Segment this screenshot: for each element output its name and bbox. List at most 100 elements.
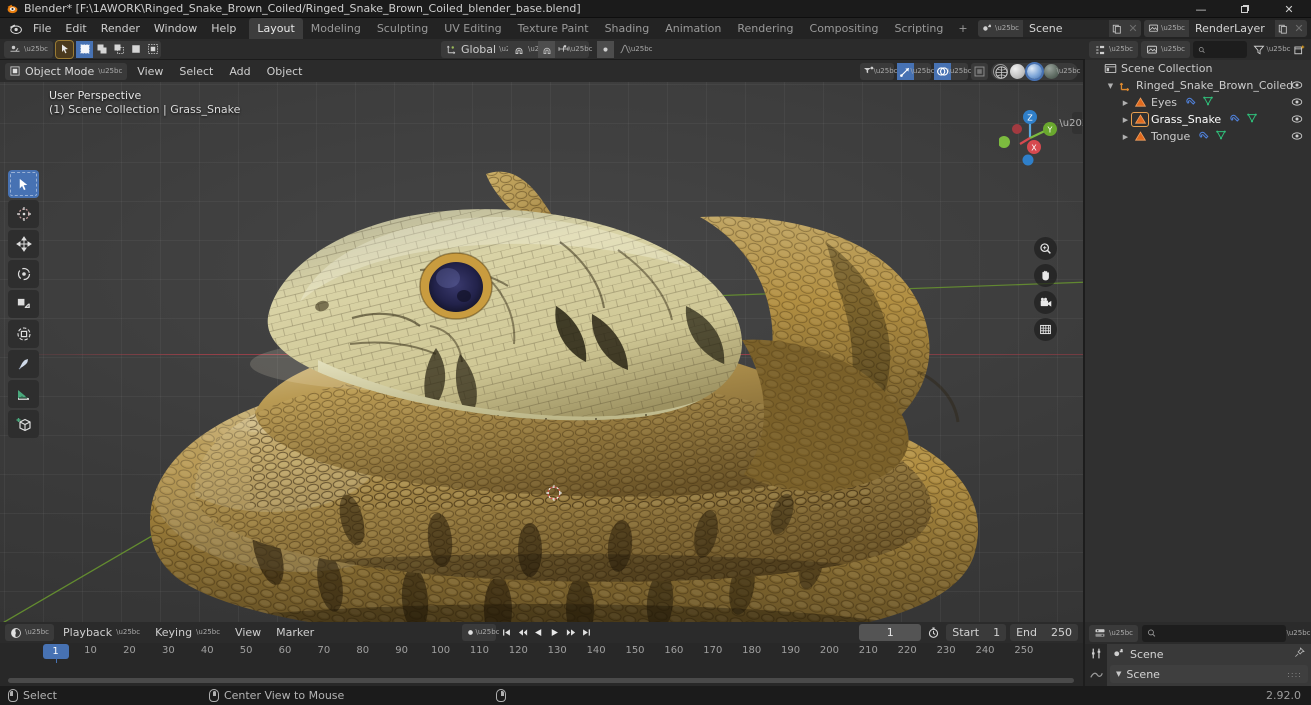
frame-start-field[interactable]: Start 1	[946, 624, 1007, 641]
gizmo-options-caret[interactable]: \u25bc	[911, 63, 935, 80]
menu-window[interactable]: Window	[147, 20, 204, 37]
viewport-menu-add[interactable]: Add	[223, 63, 256, 80]
scale-tool[interactable]	[8, 290, 39, 318]
properties-editor-type-selector[interactable]: \u25bc	[1089, 624, 1138, 642]
properties-content[interactable]: Scene ▼ Scene ::::	[1107, 644, 1311, 686]
scene-name[interactable]: Scene	[1023, 20, 1109, 37]
zoom-icon[interactable]	[1034, 237, 1057, 260]
prev-keyframe-icon[interactable]	[515, 624, 530, 641]
pin-icon[interactable]	[1294, 647, 1305, 661]
timeline-editor-type-selector[interactable]: \u25bc	[5, 624, 54, 641]
editor-type-selector[interactable]: \u25bc	[4, 40, 53, 58]
modifier-icon[interactable]	[1185, 95, 1197, 110]
frame-end-field[interactable]: End 250	[1010, 624, 1078, 641]
modifier-icon[interactable]	[1229, 112, 1241, 127]
disclosure-triangle-icon[interactable]: ▶	[1119, 99, 1132, 107]
panel-disclosure-icon[interactable]: ▼	[1116, 670, 1121, 678]
workspace-tab-shading[interactable]: Shading	[597, 18, 658, 39]
outliner-tree[interactable]: Scene Collection ▼ Ringed_Snake_Brown_Coil…	[1085, 60, 1311, 145]
next-keyframe-icon[interactable]	[563, 624, 578, 641]
jump-end-icon[interactable]	[579, 624, 594, 641]
maximize-button[interactable]	[1223, 0, 1267, 18]
disclosure-triangle-icon[interactable]: ▶	[1119, 133, 1132, 141]
workspace-tab-rendering[interactable]: Rendering	[729, 18, 801, 39]
timeline-menu-keying[interactable]: Keying \u25bc	[149, 624, 226, 641]
viewport-canvas[interactable]: Z Y X \u2039	[0, 82, 1083, 622]
camera-view-icon[interactable]	[1034, 291, 1057, 314]
timeline-menu-marker[interactable]: Marker	[270, 624, 320, 641]
properties-options-caret[interactable]: \u25bc	[1287, 625, 1311, 642]
annotate-tool[interactable]	[8, 350, 39, 378]
menu-edit[interactable]: Edit	[58, 20, 93, 37]
shading-options-caret[interactable]: \u25bc	[1057, 63, 1081, 80]
viewlayer-name[interactable]: RenderLayer	[1189, 20, 1275, 37]
properties-editor[interactable]: \u25bc \u25bc Scene ▼ Scene::::	[1085, 622, 1311, 686]
viewport-sidebar-toggle[interactable]: \u2039	[1059, 112, 1083, 134]
outliner-row[interactable]: ▶ Eyes	[1085, 94, 1311, 111]
workspace-tab-modeling[interactable]: Modeling	[303, 18, 369, 39]
timeline-playhead[interactable]: 1	[42, 644, 69, 659]
filter-icon[interactable]	[1250, 41, 1267, 58]
properties-search-field[interactable]	[1160, 627, 1281, 639]
play-icon[interactable]	[547, 624, 562, 641]
properties-tab-tool[interactable]	[1090, 647, 1103, 663]
wireframe-shading-icon[interactable]	[993, 63, 1008, 79]
disclosure-triangle-icon[interactable]: ▶	[1119, 116, 1132, 124]
outliner-editor-type-selector[interactable]: \u25bc	[1089, 41, 1138, 58]
menu-file[interactable]: File	[26, 20, 58, 37]
disclosure-triangle-icon[interactable]: ▼	[1104, 82, 1117, 90]
outliner-filter-caret[interactable]: \u25bc	[1267, 41, 1291, 58]
timeline-editor[interactable]: \u25bc Playback \u25bc Keying \u25bc View …	[0, 622, 1083, 705]
new-viewlayer-button[interactable]	[1275, 20, 1291, 37]
visibility-eye-icon[interactable]	[1291, 96, 1303, 111]
interaction-mode-selector[interactable]: Object Mode \u25bc	[5, 62, 128, 80]
timeline-menu-playback[interactable]: Playback \u25bc	[57, 624, 146, 641]
active-tool-icon[interactable]	[56, 41, 73, 58]
visibility-eye-icon[interactable]	[1291, 79, 1303, 94]
proportional-edit-icon[interactable]	[597, 40, 614, 58]
viewlayer-icon[interactable]: \u25bc	[1144, 20, 1189, 37]
select-subtract-button[interactable]	[110, 41, 127, 58]
proportional-falloff-caret[interactable]: \u25bc	[629, 41, 653, 58]
modifier-icon[interactable]	[1198, 129, 1210, 144]
menu-help[interactable]: Help	[204, 20, 243, 37]
outliner-new-collection-icon[interactable]	[1290, 41, 1307, 58]
select-new-button[interactable]	[76, 40, 93, 58]
mesh-triangle-icon[interactable]	[1202, 95, 1214, 110]
solid-shading-icon[interactable]	[1010, 63, 1025, 79]
minimize-button[interactable]: —	[1179, 0, 1223, 18]
stopwatch-icon[interactable]	[925, 624, 942, 641]
transform-tool[interactable]	[8, 320, 39, 348]
outliner-row[interactable]: Scene Collection	[1085, 60, 1311, 77]
timeline-ruler[interactable]: 10 20 30 40 50 60 70 80 90 100 110 120 130 140 150 160 1…	[0, 643, 1083, 705]
workspace-tab-layout[interactable]: Layout	[249, 18, 303, 39]
select-invert-button[interactable]	[127, 41, 144, 58]
object-type-visibility-caret[interactable]: \u25bc	[874, 63, 898, 80]
viewport-menu-view[interactable]: View	[131, 63, 169, 80]
grass-snake-3d-model[interactable]	[0, 82, 1083, 622]
unlink-scene-button[interactable]: ✕	[1125, 20, 1141, 37]
panel-grip-icon[interactable]: ::::	[1287, 670, 1302, 679]
new-scene-button[interactable]	[1109, 20, 1125, 37]
material-preview-shading-icon[interactable]	[1025, 61, 1044, 81]
properties-tab-render[interactable]	[1089, 669, 1103, 682]
outliner-search-input[interactable]	[1193, 41, 1247, 58]
jump-start-icon[interactable]	[499, 624, 514, 641]
outliner-row[interactable]: ▶ Tongue	[1085, 128, 1311, 145]
current-frame-field[interactable]: 1	[859, 624, 922, 641]
toggle-ortho-icon[interactable]	[1034, 318, 1057, 341]
workspace-tab-animation[interactable]: Animation	[657, 18, 729, 39]
outliner-search-field[interactable]	[1209, 43, 1242, 56]
navigation-gizmo[interactable]: Z Y X	[999, 107, 1061, 169]
add-workspace-button[interactable]: +	[951, 18, 974, 39]
3d-viewport[interactable]: Z Y X \u2039	[0, 60, 1083, 622]
cursor-tool[interactable]	[8, 200, 39, 228]
auto-keying-caret[interactable]: \u25bc	[476, 624, 500, 641]
workspace-tab-texture-paint[interactable]: Texture Paint	[510, 18, 597, 39]
visibility-eye-icon[interactable]	[1291, 130, 1303, 145]
snap-options-caret[interactable]: \u25bc	[569, 41, 593, 58]
mesh-triangle-icon[interactable]	[1215, 129, 1227, 144]
properties-search-input[interactable]	[1142, 624, 1286, 642]
overlays-options-caret[interactable]: \u25bc	[948, 63, 972, 80]
mesh-triangle-icon[interactable]	[1246, 112, 1258, 127]
